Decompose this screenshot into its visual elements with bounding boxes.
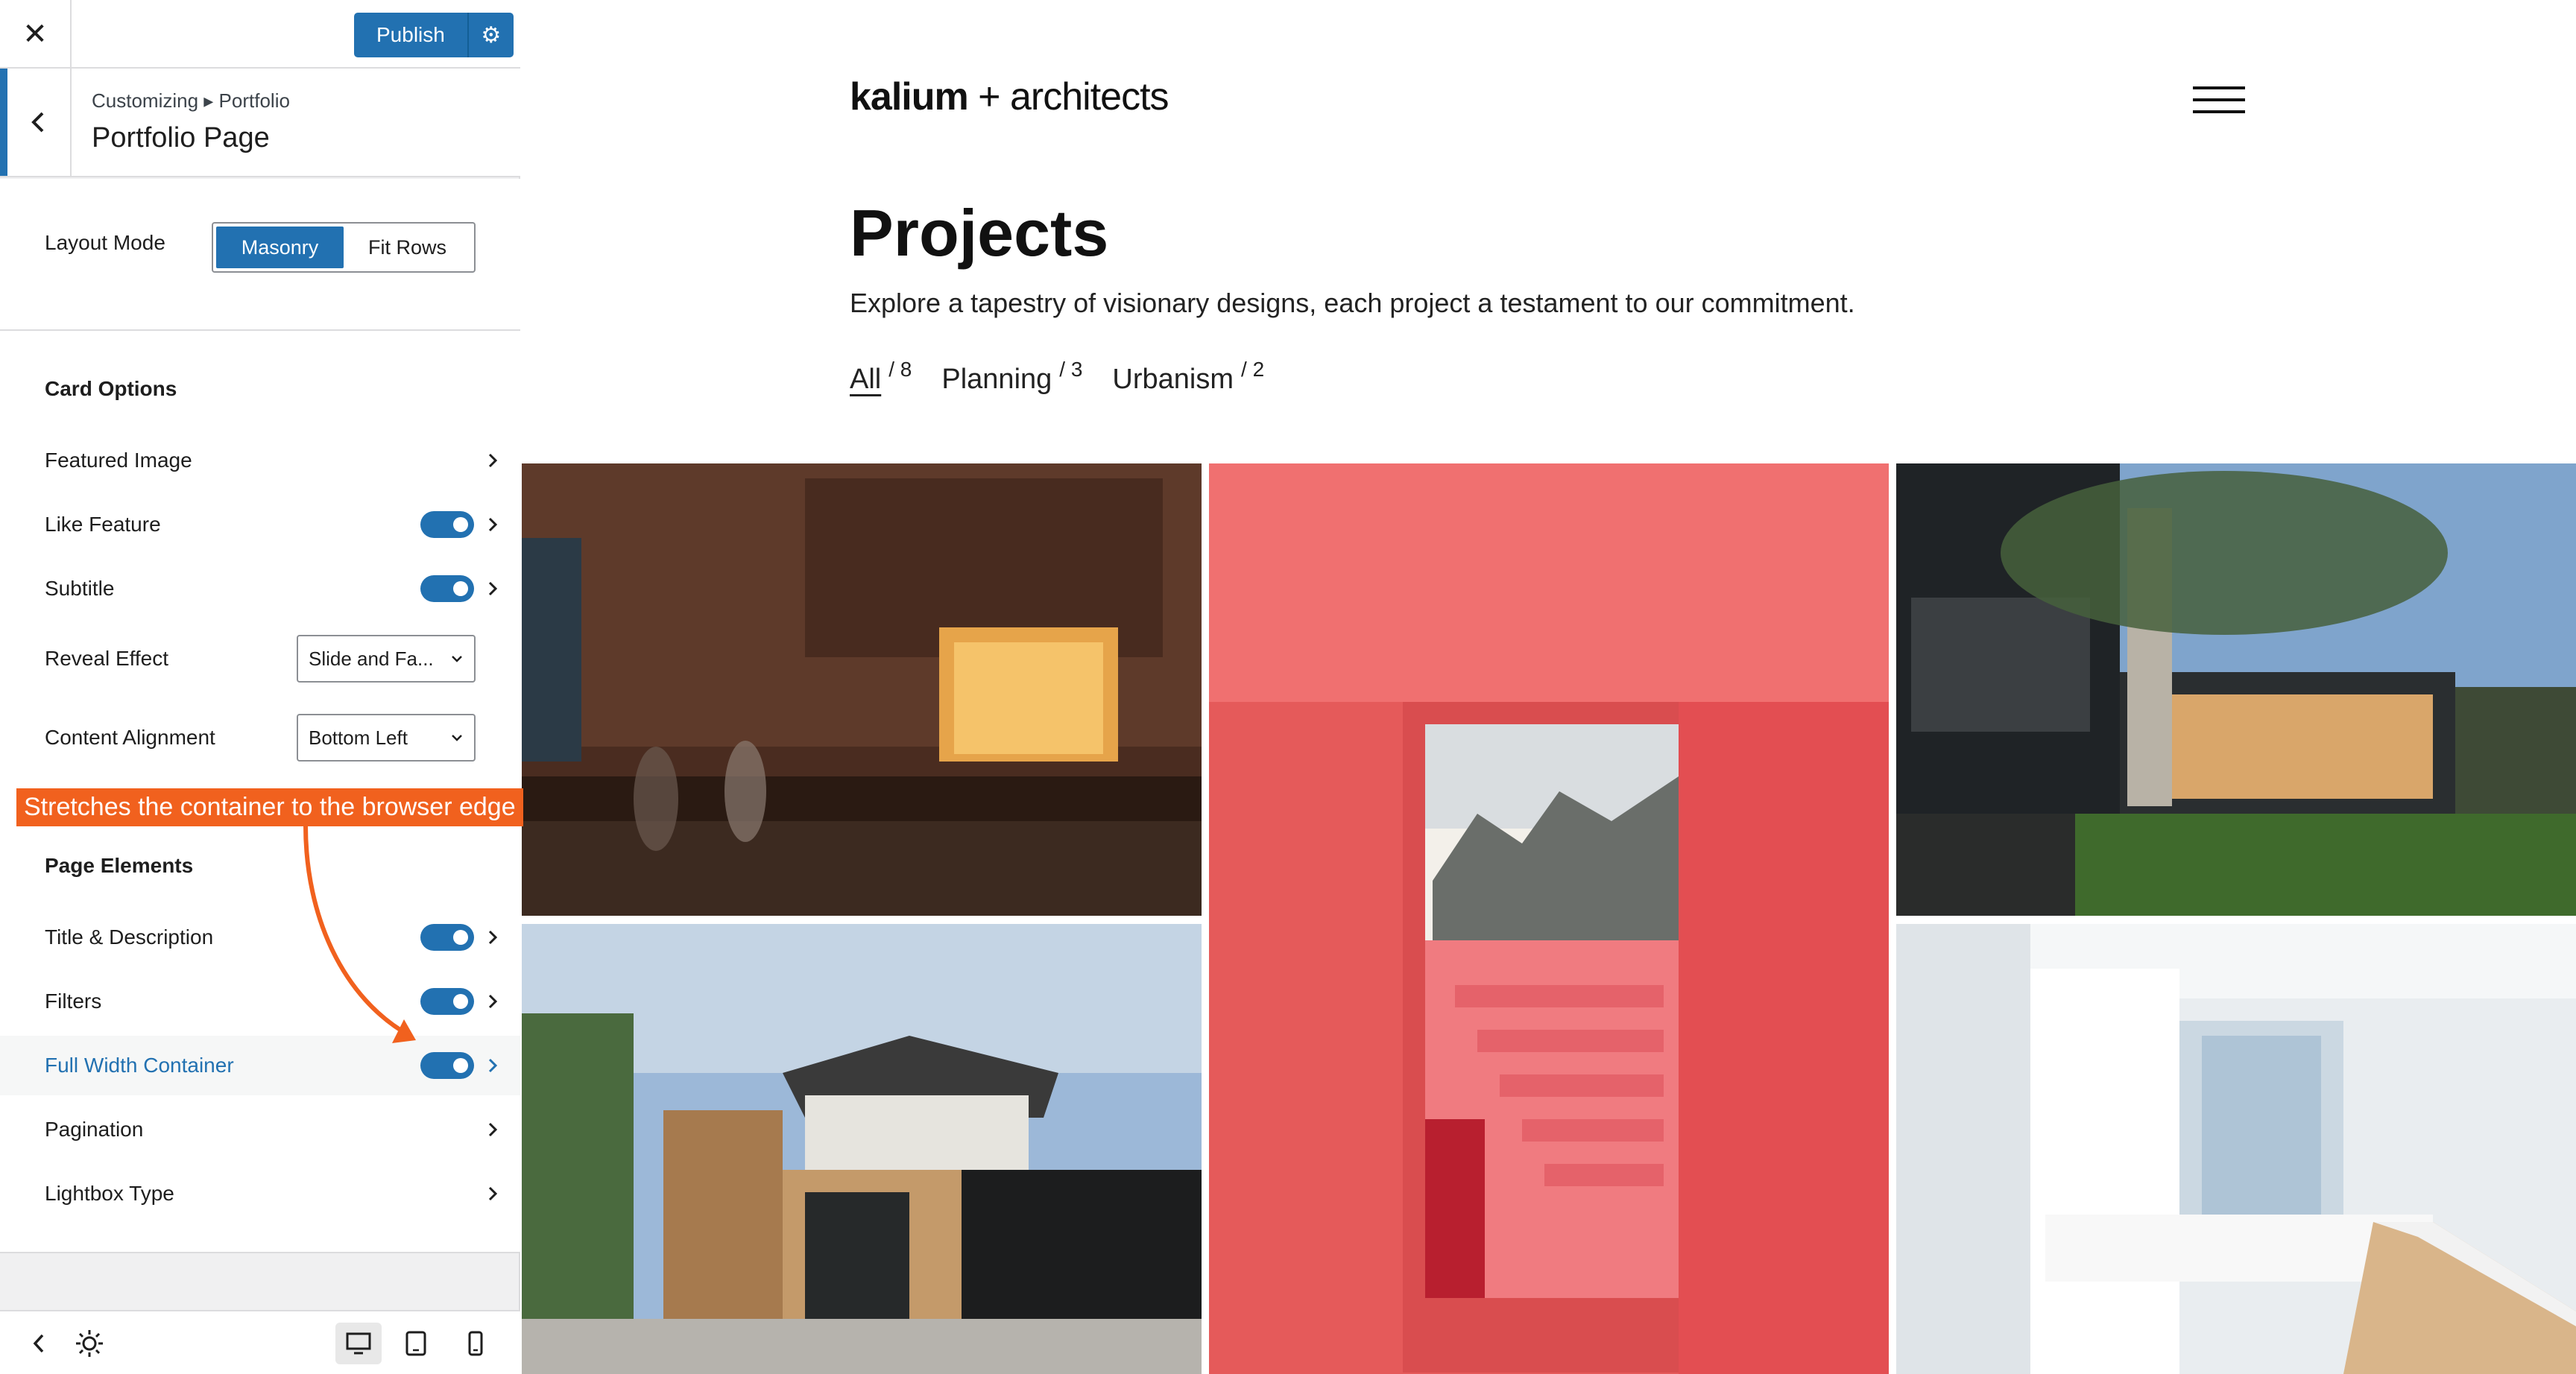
full-width-container-label: Full Width Container xyxy=(45,1054,234,1077)
project-image xyxy=(522,463,1202,916)
layout-mode-label: Layout Mode xyxy=(45,231,165,254)
pagination-row[interactable]: Pagination xyxy=(0,1100,520,1159)
publish-settings-button[interactable]: ⚙ xyxy=(468,13,514,57)
content-alignment-label: Content Alignment xyxy=(45,726,215,749)
filter-label: All xyxy=(850,364,882,395)
chevron-right-icon xyxy=(488,1122,498,1137)
filter-planning[interactable]: Planning / 3 xyxy=(941,358,1082,396)
portfolio-filters: All / 8 Planning / 3 Urbanism / 2 xyxy=(850,358,1264,396)
layout-mode-masonry[interactable]: Masonry xyxy=(216,227,344,268)
featured-image-label: Featured Image xyxy=(45,449,192,472)
filter-urbanism[interactable]: Urbanism / 2 xyxy=(1112,358,1264,396)
lightbox-type-row[interactable]: Lightbox Type xyxy=(0,1164,520,1223)
card-options-title: Card Options xyxy=(45,377,177,400)
like-feature-toggle[interactable] xyxy=(420,511,474,538)
like-feature-label: Like Feature xyxy=(45,513,161,536)
chevron-right-icon xyxy=(488,1186,498,1201)
reveal-effect-select[interactable]: Slide and Fa... xyxy=(297,635,476,683)
site-preview: kalium + architects Projects Explore a t… xyxy=(522,0,2576,1374)
chevron-right-icon xyxy=(488,453,498,468)
page-heading: Projects xyxy=(850,196,1109,270)
mobile-icon[interactable] xyxy=(459,1327,492,1360)
portfolio-item-white-interior[interactable] xyxy=(1896,924,2576,1374)
chevron-right-icon xyxy=(488,1058,498,1073)
customizer-sidebar: ✕ Publish ⚙ Customizing ▸ Portfolio Port… xyxy=(0,0,520,1374)
content-alignment-value: Bottom Left xyxy=(309,726,408,749)
filter-count: / 3 xyxy=(1059,358,1083,381)
hamburger-icon[interactable] xyxy=(2193,86,2245,116)
collapse-icon[interactable] xyxy=(22,1327,55,1360)
pagination-label: Pagination xyxy=(45,1118,144,1141)
subtitle-row[interactable]: Subtitle xyxy=(0,559,520,618)
portfolio-item-red-stairs[interactable] xyxy=(1209,463,1889,1374)
project-image xyxy=(1896,463,2576,916)
publish-group: Publish ⚙ xyxy=(354,13,514,57)
back-button[interactable] xyxy=(0,69,72,176)
tablet-icon[interactable] xyxy=(400,1327,432,1360)
gear-icon: ⚙ xyxy=(481,22,502,48)
lightbox-type-label: Lightbox Type xyxy=(45,1182,174,1205)
filter-all[interactable]: All / 8 xyxy=(850,358,912,396)
customizer-topbar: ✕ Publish ⚙ xyxy=(0,0,520,69)
publish-button[interactable]: Publish xyxy=(354,13,469,57)
chevron-down-icon xyxy=(452,735,462,741)
layout-mode-panel: Layout Mode Masonry Fit Rows xyxy=(0,179,520,332)
chevron-left-icon xyxy=(31,112,44,133)
logo-rest: + architects xyxy=(967,75,1169,118)
breadcrumb: Customizing ▸ Portfolio xyxy=(92,89,290,112)
site-logo[interactable]: kalium + architects xyxy=(850,75,1169,119)
subtitle-label: Subtitle xyxy=(45,577,115,600)
portfolio-item-brick-building[interactable] xyxy=(522,463,1202,916)
title-description-row[interactable]: Title & Description xyxy=(0,908,520,967)
filter-label: Planning xyxy=(941,364,1052,395)
page-description: Explore a tapestry of visionary designs,… xyxy=(850,288,1855,318)
project-image xyxy=(1209,463,1889,1374)
close-icon: ✕ xyxy=(22,18,48,51)
divider xyxy=(0,1252,520,1253)
content-alignment-select[interactable]: Bottom Left xyxy=(297,714,476,762)
section-header: Customizing ▸ Portfolio Portfolio Page xyxy=(0,69,520,177)
featured-image-row[interactable]: Featured Image xyxy=(0,431,520,490)
close-button[interactable]: ✕ xyxy=(0,0,72,69)
annotation-callout: Stretches the container to the browser e… xyxy=(16,788,523,826)
like-feature-row[interactable]: Like Feature xyxy=(0,495,520,554)
page-elements-title: Page Elements xyxy=(45,854,194,877)
chevron-right-icon xyxy=(488,517,498,532)
filter-count: / 8 xyxy=(888,358,912,381)
title-description-label: Title & Description xyxy=(45,925,214,949)
reveal-effect-label: Reveal Effect xyxy=(45,647,169,670)
project-image xyxy=(1896,924,2576,1374)
reveal-effect-value: Slide and Fa... xyxy=(309,647,434,670)
subtitle-toggle[interactable] xyxy=(420,575,474,602)
filter-label: Urbanism xyxy=(1112,364,1234,395)
layout-mode-control: Masonry Fit Rows xyxy=(212,222,476,273)
chevron-right-icon xyxy=(488,994,498,1009)
portfolio-item-timber-house[interactable] xyxy=(522,924,1202,1374)
filter-count: / 2 xyxy=(1241,358,1265,381)
desktop-icon[interactable] xyxy=(335,1323,382,1364)
chevron-down-icon xyxy=(452,656,462,662)
filters-row[interactable]: Filters xyxy=(0,972,520,1031)
full-width-container-row[interactable]: Full Width Container xyxy=(0,1036,520,1095)
logo-bold: kalium xyxy=(850,75,969,118)
customizer-footer xyxy=(0,1310,520,1374)
chevron-right-icon xyxy=(488,930,498,945)
annotation-arrow-icon xyxy=(303,825,416,1043)
project-image xyxy=(522,924,1202,1374)
filters-label: Filters xyxy=(45,990,102,1013)
section-title: Portfolio Page xyxy=(92,122,270,153)
portfolio-item-modern-house-tree[interactable] xyxy=(1896,463,2576,916)
brightness-icon[interactable] xyxy=(73,1327,106,1360)
chevron-right-icon xyxy=(488,581,498,596)
layout-mode-fit-rows[interactable]: Fit Rows xyxy=(344,227,471,268)
